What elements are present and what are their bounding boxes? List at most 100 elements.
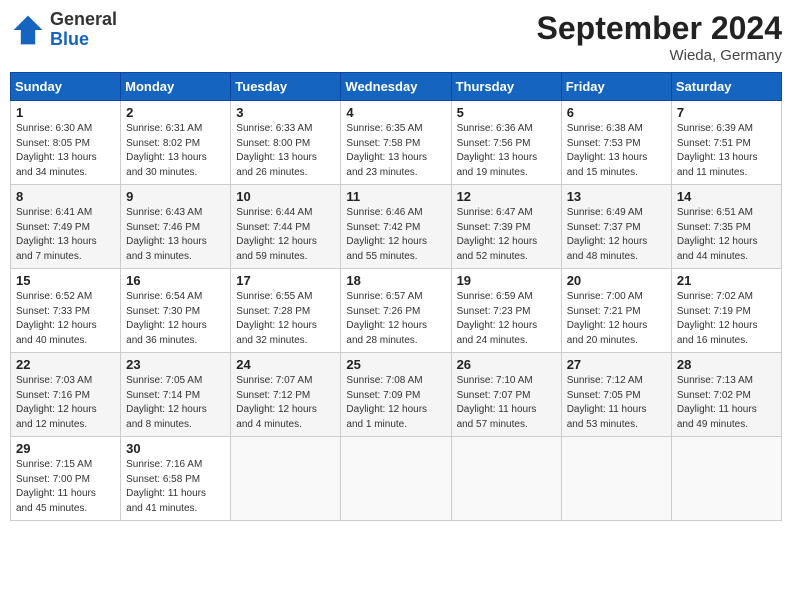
calendar-cell (671, 437, 781, 521)
calendar-cell: 29 Sunrise: 7:15 AMSunset: 7:00 PMDayligh… (11, 437, 121, 521)
calendar-cell: 23 Sunrise: 7:05 AMSunset: 7:14 PMDayligh… (121, 353, 231, 437)
calendar-cell: 1Sunrise: 6:30 AMSunset: 8:05 PMDaylight… (11, 101, 121, 185)
logo-icon (10, 12, 46, 48)
calendar-cell: 17 Sunrise: 6:55 AMSunset: 7:28 PMDayligh… (231, 269, 341, 353)
day-number: 29 (16, 441, 115, 456)
calendar-cell: 27 Sunrise: 7:12 AMSunset: 7:05 PMDayligh… (561, 353, 671, 437)
day-info: Sunrise: 6:47 AMSunset: 7:39 PMDaylight:… (457, 206, 556, 264)
logo-text: General Blue (50, 10, 117, 50)
calendar-cell: 21Sunrise: 7:02 AMSunset: 7:19 PMDayligh… (671, 269, 781, 353)
calendar-week-row: 22Sunrise: 7:03 AMSunset: 7:16 PMDayligh… (11, 353, 782, 437)
day-number: 2 (126, 105, 225, 120)
day-info: Sunrise: 7:08 AMSunset: 7:09 PMDaylight:… (346, 374, 445, 432)
location: Wieda, Germany (537, 47, 782, 64)
day-number: 14 (677, 189, 776, 204)
day-number: 23 (126, 357, 225, 372)
day-info: Sunrise: 6:36 AMSunset: 7:56 PMDaylight:… (457, 122, 556, 180)
day-number: 24 (236, 357, 335, 372)
day-info: Sunrise: 6:52 AMSunset: 7:33 PMDaylight:… (16, 290, 115, 348)
calendar-cell (341, 437, 451, 521)
day-info: Sunrise: 7:12 AMSunset: 7:05 PMDaylight:… (567, 374, 666, 432)
weekday-header: Wednesday (341, 73, 451, 101)
day-info: Sunrise: 6:59 AMSunset: 7:23 PMDaylight:… (457, 290, 556, 348)
day-number: 15 (16, 273, 115, 288)
month-title: September 2024 (537, 10, 782, 47)
day-number: 12 (457, 189, 556, 204)
day-info: Sunrise: 6:41 AMSunset: 7:49 PMDaylight:… (16, 206, 115, 264)
day-info: Sunrise: 6:35 AMSunset: 7:58 PMDaylight:… (346, 122, 445, 180)
day-info: Sunrise: 6:57 AMSunset: 7:26 PMDaylight:… (346, 290, 445, 348)
calendar-cell: 6 Sunrise: 6:38 AMSunset: 7:53 PMDaylight… (561, 101, 671, 185)
day-number: 19 (457, 273, 556, 288)
day-info: Sunrise: 6:30 AMSunset: 8:05 PMDaylight:… (16, 122, 115, 180)
calendar-week-row: 8 Sunrise: 6:41 AMSunset: 7:49 PMDaylight… (11, 185, 782, 269)
day-number: 10 (236, 189, 335, 204)
calendar-cell: 5 Sunrise: 6:36 AMSunset: 7:56 PMDaylight… (451, 101, 561, 185)
weekday-header: Tuesday (231, 73, 341, 101)
calendar-cell: 30 Sunrise: 7:16 AMSunset: 6:58 PMDayligh… (121, 437, 231, 521)
day-number: 26 (457, 357, 556, 372)
day-info: Sunrise: 6:39 AMSunset: 7:51 PMDaylight:… (677, 122, 776, 180)
day-number: 11 (346, 189, 445, 204)
day-number: 22 (16, 357, 115, 372)
day-number: 27 (567, 357, 666, 372)
day-info: Sunrise: 7:16 AMSunset: 6:58 PMDaylight:… (126, 458, 225, 516)
calendar-cell: 12 Sunrise: 6:47 AMSunset: 7:39 PMDayligh… (451, 185, 561, 269)
calendar-cell: 28Sunrise: 7:13 AMSunset: 7:02 PMDayligh… (671, 353, 781, 437)
title-area: September 2024 Wieda, Germany (537, 10, 782, 64)
day-number: 16 (126, 273, 225, 288)
calendar-cell: 22Sunrise: 7:03 AMSunset: 7:16 PMDayligh… (11, 353, 121, 437)
calendar-cell: 2 Sunrise: 6:31 AMSunset: 8:02 PMDaylight… (121, 101, 231, 185)
logo: General Blue (10, 10, 117, 50)
calendar-header-row: SundayMondayTuesdayWednesdayThursdayFrid… (11, 73, 782, 101)
day-info: Sunrise: 6:43 AMSunset: 7:46 PMDaylight:… (126, 206, 225, 264)
day-info: Sunrise: 7:10 AMSunset: 7:07 PMDaylight:… (457, 374, 556, 432)
calendar-week-row: 15 Sunrise: 6:52 AMSunset: 7:33 PMDayligh… (11, 269, 782, 353)
weekday-header: Monday (121, 73, 231, 101)
calendar-cell (561, 437, 671, 521)
calendar-cell: 4 Sunrise: 6:35 AMSunset: 7:58 PMDaylight… (341, 101, 451, 185)
weekday-header: Friday (561, 73, 671, 101)
day-number: 5 (457, 105, 556, 120)
calendar-cell: 10 Sunrise: 6:44 AMSunset: 7:44 PMDayligh… (231, 185, 341, 269)
day-number: 7 (677, 105, 776, 120)
calendar-cell: 8 Sunrise: 6:41 AMSunset: 7:49 PMDaylight… (11, 185, 121, 269)
day-info: Sunrise: 6:55 AMSunset: 7:28 PMDaylight:… (236, 290, 335, 348)
day-info: Sunrise: 6:44 AMSunset: 7:44 PMDaylight:… (236, 206, 335, 264)
calendar-cell: 20Sunrise: 7:00 AMSunset: 7:21 PMDayligh… (561, 269, 671, 353)
day-number: 25 (346, 357, 445, 372)
day-number: 8 (16, 189, 115, 204)
calendar-cell: 16 Sunrise: 6:54 AMSunset: 7:30 PMDayligh… (121, 269, 231, 353)
day-info: Sunrise: 6:49 AMSunset: 7:37 PMDaylight:… (567, 206, 666, 264)
calendar-cell: 9 Sunrise: 6:43 AMSunset: 7:46 PMDaylight… (121, 185, 231, 269)
day-info: Sunrise: 6:33 AMSunset: 8:00 PMDaylight:… (236, 122, 335, 180)
day-number: 13 (567, 189, 666, 204)
calendar-cell: 18Sunrise: 6:57 AMSunset: 7:26 PMDayligh… (341, 269, 451, 353)
day-info: Sunrise: 6:54 AMSunset: 7:30 PMDaylight:… (126, 290, 225, 348)
weekday-header: Sunday (11, 73, 121, 101)
calendar-cell: 14Sunrise: 6:51 AMSunset: 7:35 PMDayligh… (671, 185, 781, 269)
day-info: Sunrise: 7:05 AMSunset: 7:14 PMDaylight:… (126, 374, 225, 432)
day-info: Sunrise: 6:38 AMSunset: 7:53 PMDaylight:… (567, 122, 666, 180)
day-number: 6 (567, 105, 666, 120)
day-number: 9 (126, 189, 225, 204)
calendar-cell: 11Sunrise: 6:46 AMSunset: 7:42 PMDayligh… (341, 185, 451, 269)
day-number: 30 (126, 441, 225, 456)
calendar-cell (451, 437, 561, 521)
calendar-week-row: 29 Sunrise: 7:15 AMSunset: 7:00 PMDayligh… (11, 437, 782, 521)
calendar-cell: 19 Sunrise: 6:59 AMSunset: 7:23 PMDayligh… (451, 269, 561, 353)
day-info: Sunrise: 7:02 AMSunset: 7:19 PMDaylight:… (677, 290, 776, 348)
calendar-cell: 3Sunrise: 6:33 AMSunset: 8:00 PMDaylight… (231, 101, 341, 185)
weekday-header: Thursday (451, 73, 561, 101)
day-number: 20 (567, 273, 666, 288)
calendar-week-row: 1Sunrise: 6:30 AMSunset: 8:05 PMDaylight… (11, 101, 782, 185)
page-header: General Blue September 2024 Wieda, Germa… (10, 10, 782, 64)
calendar-cell: 25 Sunrise: 7:08 AMSunset: 7:09 PMDayligh… (341, 353, 451, 437)
day-number: 17 (236, 273, 335, 288)
calendar-cell (231, 437, 341, 521)
logo-line2: Blue (50, 30, 117, 50)
day-number: 4 (346, 105, 445, 120)
day-info: Sunrise: 7:15 AMSunset: 7:00 PMDaylight:… (16, 458, 115, 516)
day-info: Sunrise: 6:31 AMSunset: 8:02 PMDaylight:… (126, 122, 225, 180)
calendar-table: SundayMondayTuesdayWednesdayThursdayFrid… (10, 72, 782, 521)
